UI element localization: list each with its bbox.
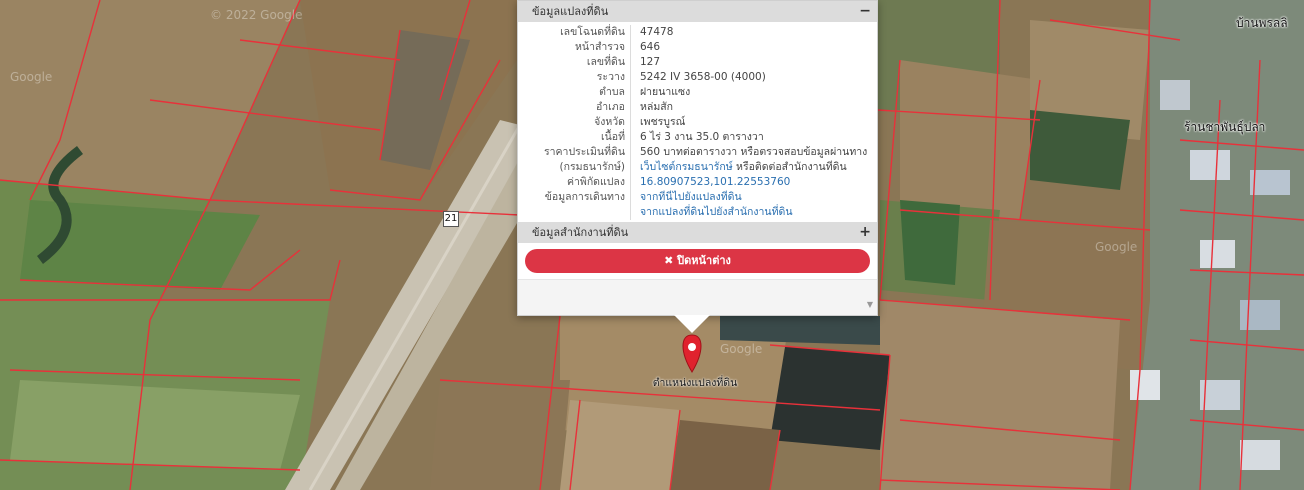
route-shield: 21 [443, 211, 459, 227]
place-label: บ้านพรลลิ [1236, 16, 1288, 30]
map-watermark: Google [720, 342, 763, 356]
coordinates-link[interactable]: 16.80907523,101.22553760 [640, 175, 869, 190]
row-value: เว็บไซต์กรมธนารักษ์ หรือติดต่อสำนักงานที… [631, 160, 869, 175]
marker-label: ตำแหน่งแปลงที่ดิน [652, 377, 738, 389]
row-value: 5242 IV 3658-00 (4000) [640, 71, 766, 83]
row-value: เพชรบูรณ์ [640, 116, 686, 128]
row-label: ระวาง [596, 71, 625, 83]
row-label: จังหวัด [594, 116, 625, 128]
row-value: 16.80907523,101.22553760 [631, 175, 869, 190]
office-section-header[interactable]: ข้อมูลสำนักงานที่ดิน + [518, 222, 877, 243]
row-label: เลขที่ดิน [586, 56, 625, 68]
info-row-appraisal: ราคาประเมินที่ดิน 560 บาทต่อตารางวา หรือต… [518, 145, 877, 160]
info-row-coordinates: ค่าพิกัดแปลง 16.80907523,101.22553760 [518, 175, 877, 190]
collapse-icon[interactable]: − [859, 1, 871, 21]
info-row-land-number: เลขที่ดิน 127 [518, 55, 877, 70]
info-row-province: จังหวัด เพชรบูรณ์ [518, 115, 877, 130]
info-row-survey-page: หน้าสำรวจ 646 [518, 40, 877, 55]
row-value: ฝายนาแซง [640, 86, 691, 98]
row-value: 646 [640, 41, 661, 53]
directions-to-office-link[interactable]: จากแปลงที่ดินไปยังสำนักงานที่ดิน [640, 205, 869, 220]
row-label: ข้อมูลการเดินทาง [544, 191, 625, 203]
parcel-section-title: ข้อมูลแปลงที่ดิน [532, 5, 609, 18]
row-label: เนื้อที่ [601, 131, 625, 143]
close-window-button[interactable]: ✖ ปิดหน้าต่าง [525, 249, 870, 273]
row-label: ค่าพิกัดแปลง [566, 176, 625, 188]
appraisal-suffix: หรือติดต่อสำนักงานที่ดิน [732, 161, 847, 173]
expand-icon[interactable]: + [859, 222, 871, 242]
row-label: หน้าสำรวจ [575, 41, 625, 53]
info-row-deed-number: เลขโฉนดที่ดิน 47478 [518, 25, 877, 40]
info-row-district: อำเภอ หล่มสัก [518, 100, 877, 115]
row-label: (กรมธนารักษ์) [559, 161, 625, 173]
map-watermark: Google [10, 70, 53, 84]
scroll-down-icon[interactable]: ▼ [867, 300, 873, 309]
close-icon: ✖ [664, 254, 674, 267]
row-value: 6 ไร่ 3 งาน 35.0 ตารางวา [640, 131, 764, 143]
info-row-subdistrict: ตำบล ฝายนาแซง [518, 85, 877, 100]
popup-pointer [674, 315, 710, 333]
map-watermark: © 2022 Google [210, 8, 303, 22]
map-watermark: Google [1095, 240, 1138, 254]
parcel-info-popup: ข้อมูลแปลงที่ดิน − เลขโฉนดที่ดิน 47478 หน… [517, 0, 878, 316]
treasury-website-link[interactable]: เว็บไซต์กรมธนารักษ์ [640, 161, 733, 173]
popup-footer: ▼ [518, 279, 877, 315]
row-value: 560 บาทต่อตารางวา หรือตรวจสอบข้อมูลผ่านท… [640, 146, 868, 158]
office-section-title: ข้อมูลสำนักงานที่ดิน [532, 226, 629, 239]
row-value: 47478 [640, 26, 674, 38]
row-value: 127 [640, 56, 661, 68]
info-row-map-sheet: ระวาง 5242 IV 3658-00 (4000) [518, 70, 877, 85]
close-label: ปิดหน้าต่าง [673, 254, 731, 267]
info-row-area: เนื้อที่ 6 ไร่ 3 งาน 35.0 ตารางวา [518, 130, 877, 145]
info-row-appraisal-source: (กรมธนารักษ์) เว็บไซต์กรมธนารักษ์ หรือติ… [518, 160, 877, 175]
row-label: อำเภอ [595, 101, 625, 113]
info-row-directions: ข้อมูลการเดินทาง จากที่นี่ไปยังแปลงที่ดิ… [518, 190, 877, 220]
row-label: เลขโฉนดที่ดิน [560, 26, 625, 38]
place-label: ร้านชาพันธุ์ปลา [1184, 120, 1266, 134]
row-label: ตำบล [599, 86, 625, 98]
row-value: หล่มสัก [640, 101, 674, 113]
row-label: ราคาประเมินที่ดิน [543, 146, 625, 158]
directions-to-parcel-link[interactable]: จากที่นี่ไปยังแปลงที่ดิน [640, 190, 869, 205]
row-value: จากที่นี่ไปยังแปลงที่ดิน จากแปลงที่ดินไป… [631, 190, 869, 220]
parcel-info-table: เลขโฉนดที่ดิน 47478 หน้าสำรวจ 646 เลขที่ดิ… [518, 22, 877, 222]
parcel-section-header[interactable]: ข้อมูลแปลงที่ดิน − [518, 1, 877, 22]
